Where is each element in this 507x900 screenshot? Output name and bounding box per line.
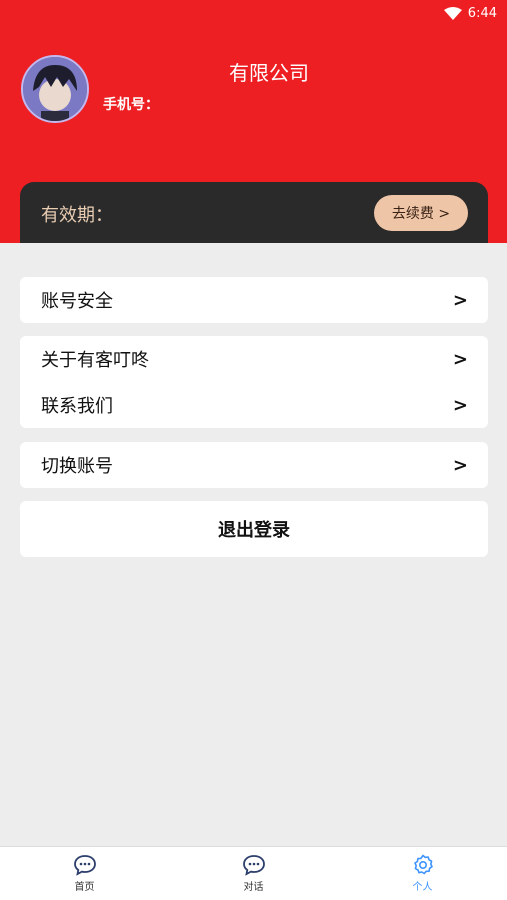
bottom-tab-bar: 首页 对话 个人 [0, 846, 507, 900]
tab-label: 首页 [74, 882, 95, 893]
menu-item-about[interactable]: 关于有客叮咚 > [20, 336, 488, 382]
chevron-right-icon: > [452, 289, 468, 311]
status-time: 6:44 [467, 6, 497, 21]
menu-item-switch-account[interactable]: 切换账号 > [20, 442, 488, 488]
profile-header: 6:44 有限公司 手机号： 有效期： 去续费 > [0, 0, 507, 243]
chevron-right-icon: > [452, 348, 468, 370]
tab-label: 个人 [412, 882, 433, 893]
logout-button[interactable]: 退出登录 [20, 501, 488, 557]
tab-chat[interactable]: 对话 [169, 847, 338, 900]
menu-group-info: 关于有客叮咚 > 联系我们 > [20, 336, 488, 428]
avatar[interactable] [21, 55, 89, 123]
menu-group-switch: 切换账号 > [20, 442, 488, 488]
chat-bubble-icon [242, 855, 265, 876]
validity-card: 有效期： 去续费 > [20, 182, 488, 243]
menu-group-account: 账号安全 > [20, 277, 488, 323]
wifi-icon [443, 7, 462, 20]
renew-button[interactable]: 去续费 > [374, 195, 468, 231]
tab-home[interactable]: 首页 [0, 847, 169, 900]
phone-label: 手机号： [103, 97, 159, 113]
tab-label: 对话 [243, 882, 264, 893]
menu-item-label: 联系我们 [41, 396, 113, 417]
tab-profile[interactable]: 个人 [338, 847, 507, 900]
company-name: 有限公司 [229, 61, 309, 85]
chevron-right-icon: > [452, 394, 468, 416]
menu-item-label: 切换账号 [41, 456, 113, 477]
chat-bubble-icon [73, 855, 96, 876]
menu-item-account-security[interactable]: 账号安全 > [20, 277, 488, 323]
validity-label: 有效期： [41, 205, 113, 226]
chevron-right-icon: > [452, 454, 468, 476]
menu-item-contact[interactable]: 联系我们 > [20, 382, 488, 428]
menu-item-label: 关于有客叮咚 [41, 350, 149, 371]
avatar-image [23, 57, 87, 121]
status-bar: 6:44 [443, 6, 497, 21]
gear-icon [413, 854, 433, 875]
menu-item-label: 账号安全 [41, 291, 113, 312]
